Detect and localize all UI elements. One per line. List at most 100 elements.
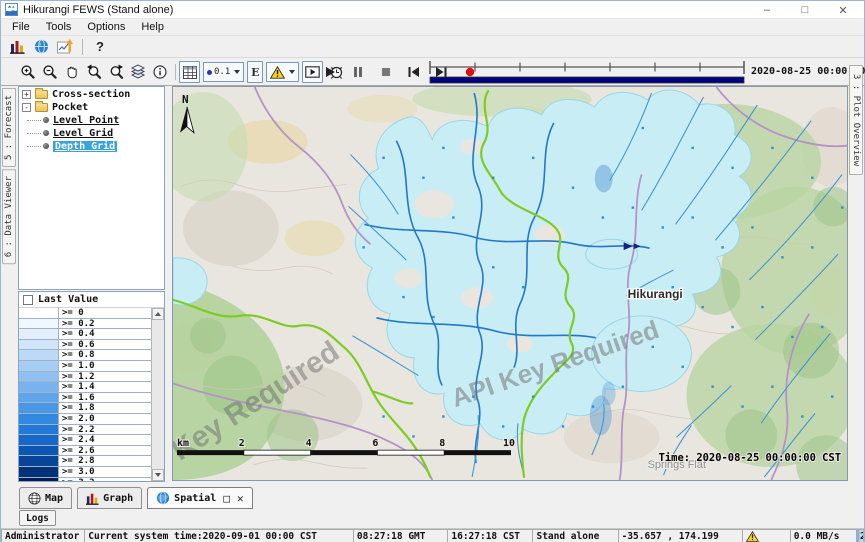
menu-file[interactable]: File [5, 20, 37, 34]
class-interval-dropdown[interactable]: 0.1 [203, 62, 244, 82]
timeseries-display-button[interactable] [5, 37, 29, 57]
legend-swatch [19, 425, 59, 435]
legend-label: >= 2.4 [59, 435, 151, 445]
warning-dropdown[interactable] [266, 62, 299, 82]
classification-button[interactable]: E [247, 61, 263, 83]
map-display-button[interactable] [29, 37, 53, 57]
toolbar-separator [82, 39, 83, 55]
zoom-out-button[interactable] [39, 61, 60, 83]
tree-item-depth-grid[interactable]: Depth Grid [19, 140, 164, 152]
skip-start-icon [407, 66, 420, 78]
layers-button[interactable] [127, 61, 148, 83]
help-button[interactable]: ? [88, 37, 112, 57]
legend-label: >= 2.0 [59, 414, 151, 424]
folder-icon [35, 103, 48, 112]
legend-swatch [19, 308, 59, 318]
legend-row[interactable]: >= 2.6 [19, 446, 151, 457]
status-bar: Administrator Current system time:2020-0… [1, 528, 864, 542]
legend-row[interactable]: >= 2.0 [19, 414, 151, 425]
tree-item-level-point[interactable]: Level Point [19, 114, 164, 126]
tab-forecast[interactable]: 5 : Forecast [2, 88, 16, 167]
info-button[interactable] [149, 61, 170, 83]
map-toolbar: 0.1 E [1, 58, 864, 86]
tree-item-level-grid[interactable]: Level Grid [19, 127, 164, 139]
last-value-checkbox[interactable] [23, 295, 33, 305]
legend-swatch [19, 414, 59, 424]
legend-row[interactable]: >= 2.8 [19, 456, 151, 467]
logs-button[interactable]: Logs [19, 510, 56, 526]
legend-row[interactable]: >= 1.2 [19, 372, 151, 383]
svg-text:4: 4 [306, 438, 312, 449]
close-button[interactable]: ✕ [824, 1, 862, 19]
bar-chart-icon [86, 492, 99, 505]
legend-row[interactable]: >= 0.4 [19, 329, 151, 340]
tree-item-pocket[interactable]: - Pocket [19, 101, 164, 113]
pause-button[interactable] [347, 61, 368, 83]
skip-start-button[interactable] [403, 61, 424, 83]
legend-row[interactable]: >= 0.2 [19, 319, 151, 330]
legend-row[interactable]: >= 1.4 [19, 382, 151, 393]
zoom-in-icon [20, 64, 36, 80]
legend-row[interactable]: >= 3.2 [19, 478, 151, 482]
legend-row[interactable]: >= 0.8 [19, 350, 151, 361]
legend-row[interactable]: >= 1.0 [19, 361, 151, 372]
spatial-display-button[interactable] [53, 37, 77, 57]
legend-row[interactable]: >= 0 [19, 308, 151, 319]
zoom-in-button[interactable] [17, 61, 38, 83]
legend-swatch [19, 329, 59, 339]
status-memory: 2.5 GB [856, 529, 864, 542]
legend-label: >= 0 [59, 308, 151, 318]
minimize-button[interactable]: – [748, 1, 786, 19]
legend-row[interactable]: >= 1.6 [19, 393, 151, 404]
zoom-previous-button[interactable] [83, 61, 104, 83]
map-canvas[interactable]: API Key Required API Key Required Hikura… [173, 87, 847, 480]
legend-row[interactable]: >= 2.2 [19, 425, 151, 436]
toolbar-separator [175, 64, 176, 80]
legend-row[interactable]: >= 2.4 [19, 435, 151, 446]
zoom-out-icon [42, 64, 58, 80]
bullet-icon [43, 143, 49, 149]
globe-icon [28, 492, 41, 505]
time-slider[interactable] [428, 61, 746, 85]
legend-row[interactable]: >= 0.6 [19, 340, 151, 351]
legend-swatch [19, 372, 59, 382]
grid-icon [183, 66, 197, 79]
legend-scrollbar[interactable] [151, 308, 164, 481]
tab-spatial[interactable]: Spatial □ ✕ [147, 487, 252, 509]
grid-display-button[interactable] [179, 61, 200, 83]
window-title: Hikurangi FEWS (Stand alone) [23, 4, 173, 16]
stop-button[interactable] [375, 61, 396, 83]
svg-text:2: 2 [239, 438, 245, 449]
legend-label: >= 2.6 [59, 446, 151, 456]
tab-graph[interactable]: Graph [77, 487, 142, 509]
tab-close-icon[interactable]: ✕ [237, 492, 244, 505]
status-mode: Stand alone [532, 529, 617, 542]
tab-map[interactable]: Map [19, 487, 72, 509]
play-button[interactable] [319, 61, 340, 83]
legend-label: >= 1.2 [59, 372, 151, 382]
collapse-icon[interactable]: - [22, 103, 31, 112]
maximize-button[interactable]: □ [786, 1, 824, 19]
tab-plot-overview[interactable]: 3 : Plot Overview [849, 65, 863, 175]
dropdown-caret-icon [289, 70, 295, 74]
menu-help[interactable]: Help [134, 20, 171, 34]
zoom-next-button[interactable] [105, 61, 126, 83]
legend-row[interactable]: >= 3.0 [19, 467, 151, 478]
menu-tools[interactable]: Tools [39, 20, 79, 34]
tab-restore-icon[interactable]: □ [223, 492, 230, 505]
menu-options[interactable]: Options [80, 20, 132, 34]
scroll-down-button[interactable] [152, 469, 164, 481]
svg-text:10: 10 [503, 438, 515, 449]
map-panel[interactable]: API Key Required API Key Required Hikura… [172, 86, 848, 481]
dropdown-caret-icon [234, 70, 240, 74]
legend-row[interactable]: >= 1.8 [19, 403, 151, 414]
tab-data-viewer[interactable]: 6 : Data Viewer [2, 169, 16, 264]
title-bar: Hikurangi FEWS (Stand alone) – □ ✕ [1, 1, 864, 19]
tree-item-label-selected: Depth Grid [53, 141, 117, 152]
expand-icon[interactable]: + [22, 90, 31, 99]
pan-button[interactable] [61, 61, 82, 83]
tree-item-cross-section[interactable]: + Cross-section [19, 88, 164, 100]
scroll-up-button[interactable] [152, 308, 164, 320]
tree-view: + Cross-section - Pocket Level Point Lev… [18, 86, 165, 290]
status-warning-cell[interactable] [742, 529, 789, 542]
